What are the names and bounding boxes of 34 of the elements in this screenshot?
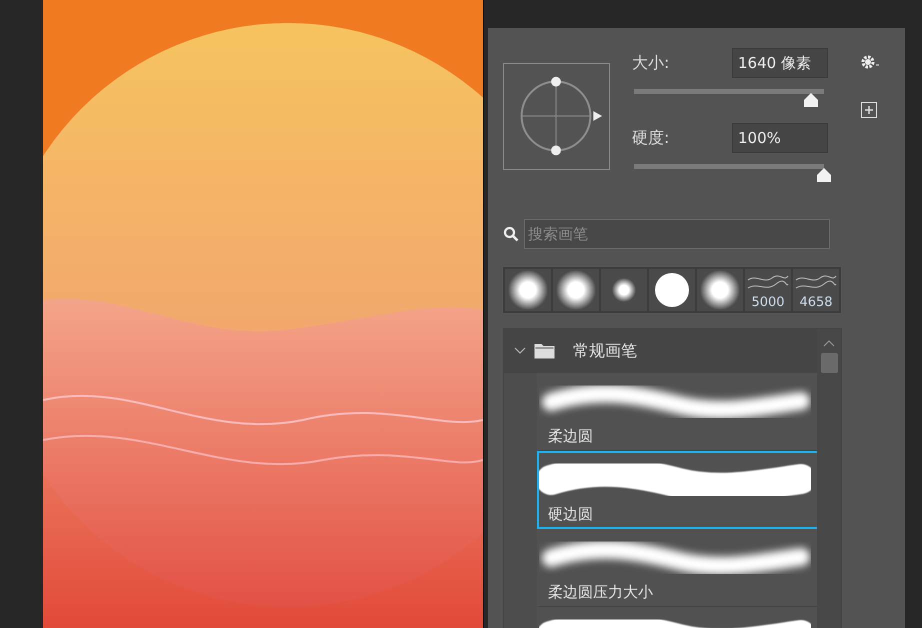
- recent-brush[interactable]: 5000: [745, 269, 791, 311]
- recent-brush[interactable]: [649, 269, 695, 311]
- brush-name: 硬边圆: [548, 505, 594, 524]
- brush-tip-icon: [699, 269, 741, 311]
- control-label: 大小:: [632, 52, 670, 74]
- recent-brush[interactable]: 4658: [793, 269, 839, 311]
- brush-name: 柔边圆: [548, 427, 594, 446]
- brush-item[interactable]: 柔边圆压力大小: [537, 529, 817, 607]
- recent-brush[interactable]: [553, 269, 599, 311]
- brush-tip-icon: [507, 269, 549, 311]
- recent-brush[interactable]: [505, 269, 551, 311]
- brush-tip-icon: [555, 269, 597, 311]
- brush-item[interactable]: 硬边圆: [537, 451, 817, 529]
- settings-icon[interactable]: [861, 54, 881, 70]
- control-label: 硬度:: [632, 128, 670, 148]
- brush-group-name: 常规画笔: [573, 340, 637, 362]
- value-field[interactable]: 1640 像素: [732, 48, 828, 78]
- brush-item[interactable]: 柔边圆: [537, 373, 817, 451]
- chevron-icon[interactable]: [514, 347, 526, 355]
- scrollbar-thumb[interactable]: [820, 353, 838, 373]
- brush-size-count: 4658: [799, 296, 833, 310]
- search-icon: [503, 226, 519, 242]
- folder-icon: [534, 343, 555, 359]
- add-icon[interactable]: [861, 102, 877, 118]
- brush-group-header[interactable]: 常规画笔: [504, 329, 817, 373]
- search-field[interactable]: 搜索画笔: [524, 219, 830, 249]
- scroll-up-icon[interactable]: [823, 339, 835, 347]
- slider-thumb[interactable]: [802, 93, 819, 107]
- brush-name: 柔边圆压力大小: [548, 583, 654, 602]
- recent-brush[interactable]: [601, 269, 647, 311]
- value-field[interactable]: 100%: [732, 123, 828, 153]
- brush-size-count: 5000: [751, 296, 785, 310]
- slider-thumb[interactable]: [816, 168, 832, 182]
- recent-brush[interactable]: [697, 269, 743, 311]
